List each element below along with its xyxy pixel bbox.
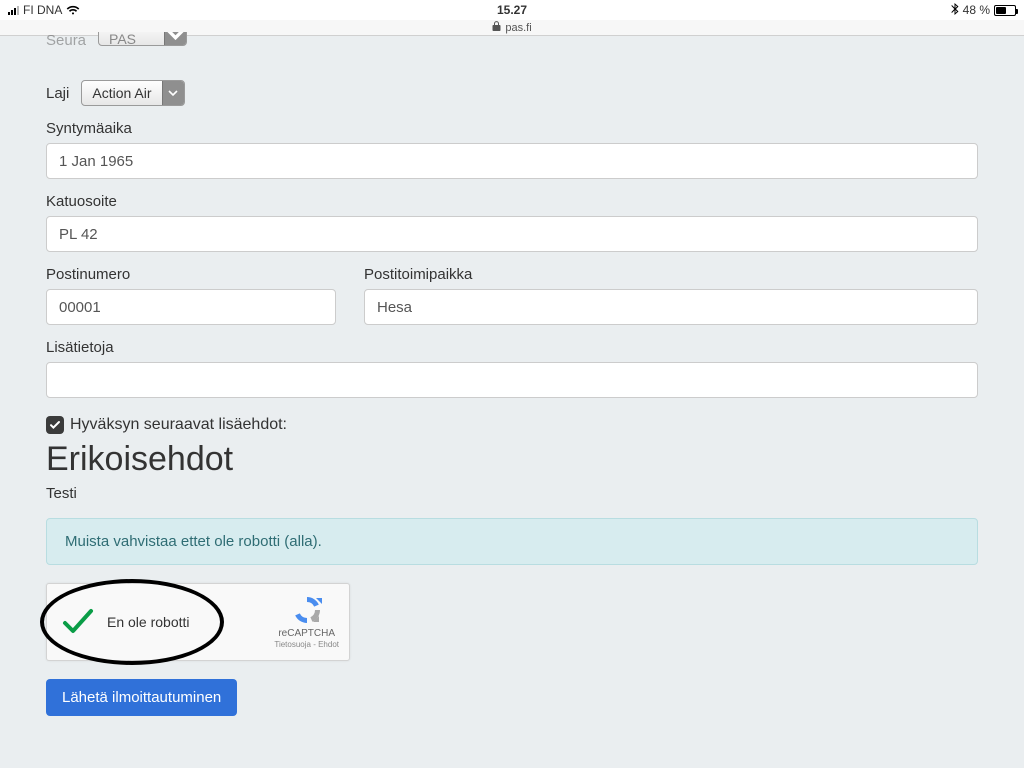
syntymaaika-label: Syntymäaika bbox=[46, 120, 978, 137]
accept-terms-label: Hyväksyn seuraavat lisäehdot: bbox=[70, 416, 287, 434]
browser-host: pas.fi bbox=[505, 22, 531, 34]
chevron-down-icon bbox=[162, 81, 184, 105]
seura-select[interactable]: PAS bbox=[98, 32, 187, 46]
cellular-signal-icon bbox=[8, 5, 19, 15]
accept-terms-checkbox[interactable] bbox=[46, 416, 64, 434]
status-time: 15.27 bbox=[497, 3, 527, 17]
special-terms-subtext: Testi bbox=[46, 485, 978, 502]
battery-percent: 48 % bbox=[963, 3, 990, 17]
recaptcha-label: En ole robotti bbox=[107, 614, 190, 630]
seura-select-value: PAS bbox=[99, 32, 164, 46]
robot-reminder-banner: Muista vahvistaa ettet ole robotti (alla… bbox=[46, 518, 978, 565]
postitoimipaikka-input[interactable]: Hesa bbox=[364, 289, 978, 325]
form-page: Seura PAS Laji Action Air Syntymäaika 1 … bbox=[0, 32, 1024, 736]
katuosoite-label: Katuosoite bbox=[46, 193, 978, 210]
postitoimipaikka-label: Postitoimipaikka bbox=[364, 266, 978, 283]
laji-label: Laji bbox=[46, 85, 69, 102]
laji-select[interactable]: Action Air bbox=[81, 80, 184, 106]
recaptcha-widget[interactable]: En ole robotti reCAPTCHA Tietosuoja - Eh… bbox=[46, 583, 350, 661]
ipad-status-bar: FI DNA 15.27 48 % bbox=[0, 0, 1024, 20]
bluetooth-icon bbox=[951, 3, 959, 18]
lock-icon bbox=[492, 21, 501, 34]
syntymaaika-input[interactable]: 1 Jan 1965 bbox=[46, 143, 978, 179]
postinumero-input[interactable]: 00001 bbox=[46, 289, 336, 325]
recaptcha-logo-icon bbox=[291, 594, 323, 626]
lisatietoja-label: Lisätietoja bbox=[46, 339, 978, 356]
special-terms-heading: Erikoisehdot bbox=[46, 440, 978, 479]
lisatietoja-input[interactable] bbox=[46, 362, 978, 398]
carrier-label: FI DNA bbox=[23, 3, 62, 17]
battery-icon bbox=[994, 5, 1016, 16]
chevron-down-icon bbox=[164, 32, 186, 45]
recaptcha-check-icon bbox=[61, 605, 95, 639]
postinumero-label: Postinumero bbox=[46, 266, 336, 283]
wifi-icon bbox=[66, 5, 80, 16]
seura-label: Seura bbox=[46, 32, 86, 46]
recaptcha-branding: reCAPTCHA Tietosuoja - Ehdot bbox=[274, 594, 339, 650]
katuosoite-input[interactable]: PL 42 bbox=[46, 216, 978, 252]
laji-select-value: Action Air bbox=[82, 81, 161, 105]
submit-button[interactable]: Lähetä ilmoittautuminen bbox=[46, 679, 237, 716]
